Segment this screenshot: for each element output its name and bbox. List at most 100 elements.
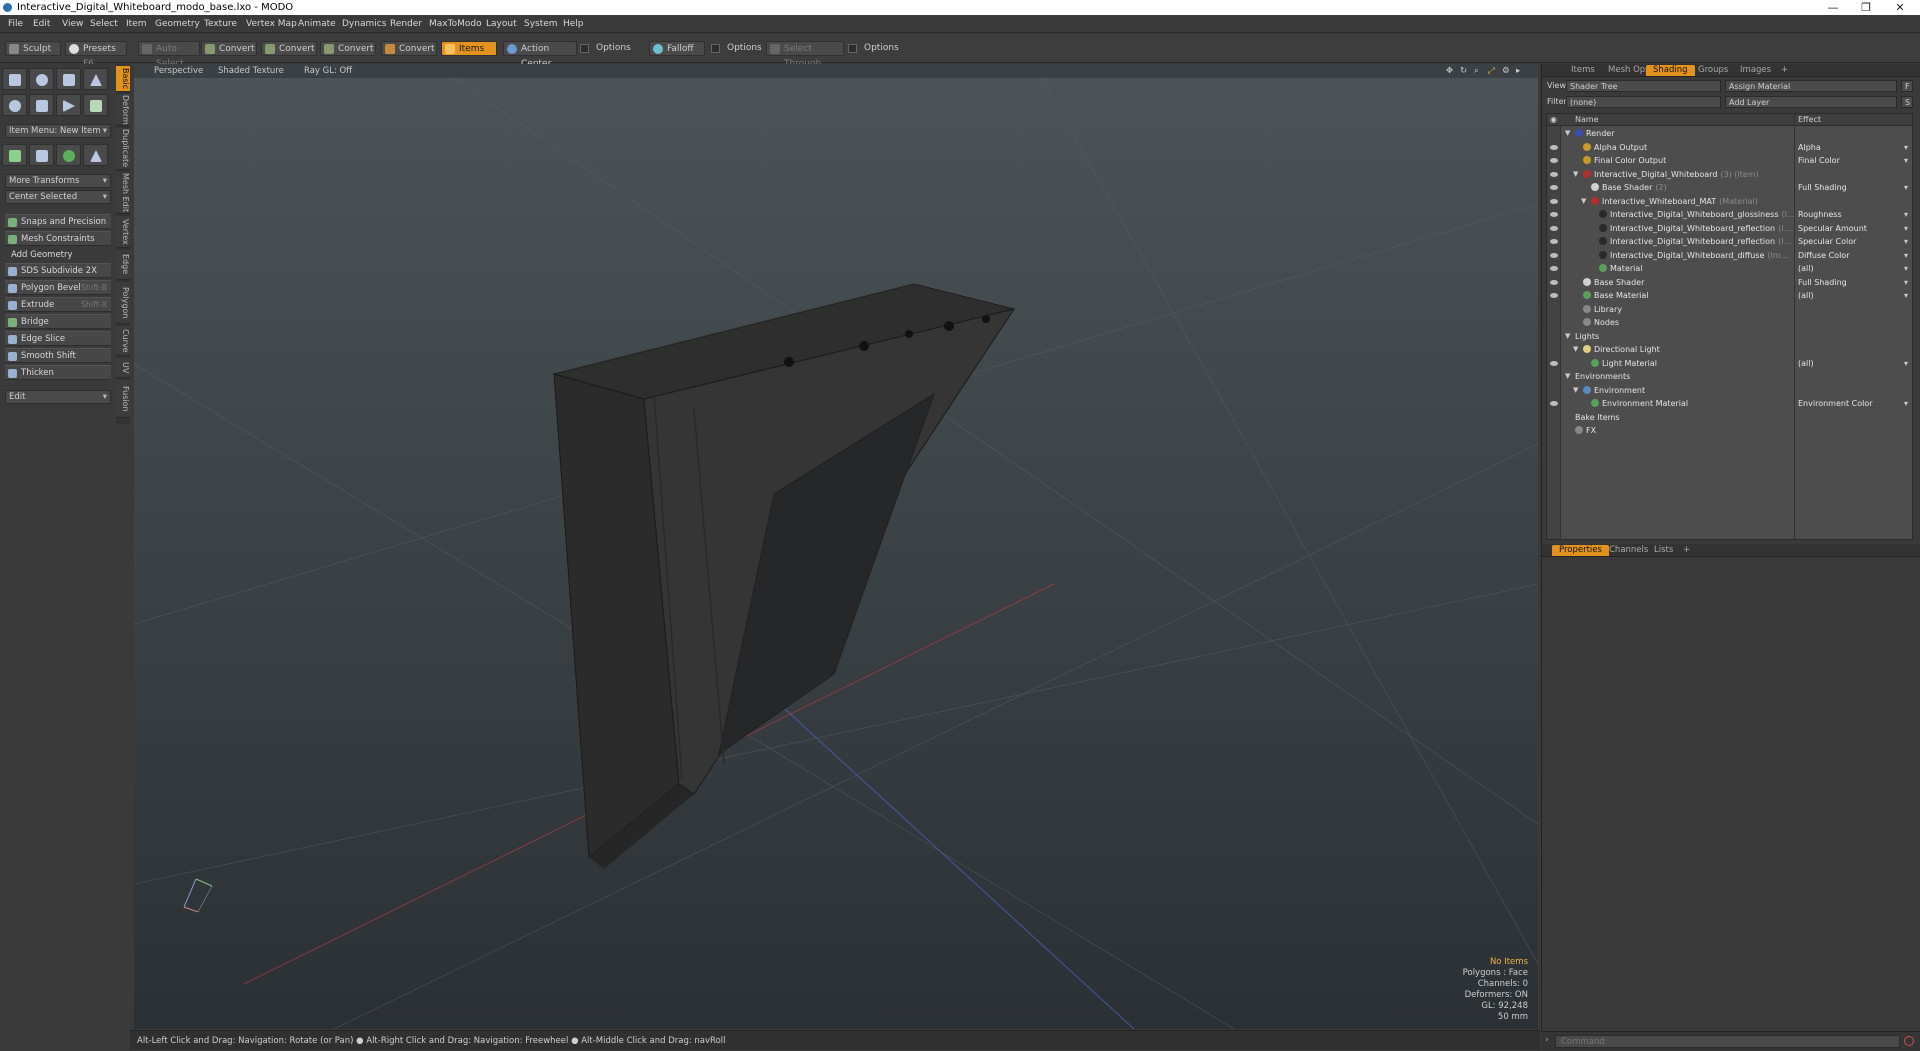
shader-tree-row[interactable]: Interactive_Digital_Whiteboard_reflectio… bbox=[1547, 235, 1912, 249]
sds-subdivide-button[interactable]: SDS Subdivide 2X bbox=[5, 263, 111, 278]
tab-items[interactable]: Items bbox=[1564, 65, 1602, 76]
shader-tree-row[interactable]: Bake Items bbox=[1547, 411, 1912, 425]
mesh-constraints-button[interactable]: Mesh Constraints bbox=[5, 231, 111, 246]
action-center-button[interactable]: Action Center bbox=[503, 41, 577, 69]
raygl-toggle[interactable]: Ray GL: Off bbox=[304, 66, 352, 76]
visibility-eye-icon[interactable] bbox=[1550, 252, 1558, 258]
menu-render[interactable]: Render bbox=[390, 19, 422, 29]
visibility-eye-icon[interactable] bbox=[1550, 212, 1558, 217]
visibility-eye-icon[interactable] bbox=[1550, 225, 1558, 231]
effect-dropdown-icon[interactable]: ▾ bbox=[1904, 289, 1908, 302]
view-type-dropdown[interactable]: Perspective bbox=[154, 66, 203, 76]
layer-effect[interactable]: Alpha bbox=[1798, 141, 1821, 154]
menu-dynamics[interactable]: Dynamics bbox=[342, 19, 386, 29]
s-button[interactable]: S bbox=[1901, 96, 1913, 108]
options-button-2[interactable]: Options bbox=[710, 41, 766, 56]
tab-fusion[interactable]: Fusion bbox=[116, 380, 130, 418]
item-menu-dropdown[interactable]: Item Menu: New Item bbox=[5, 124, 111, 138]
visibility-eye-icon[interactable] bbox=[1550, 185, 1558, 190]
layer-effect[interactable]: Full Shading bbox=[1798, 181, 1847, 194]
edge-slice-button[interactable]: Edge Slice bbox=[5, 331, 111, 346]
layer-effect[interactable]: Final Color bbox=[1798, 154, 1840, 167]
sphere-primitive-button[interactable] bbox=[29, 68, 54, 90]
viewport-move-icon[interactable]: ✥ bbox=[1446, 66, 1453, 76]
assign-material-dropdown[interactable]: Assign Material bbox=[1725, 80, 1897, 92]
viewport-zoom-icon[interactable]: ⌕ bbox=[1474, 66, 1479, 76]
expand-toggle-icon[interactable]: ▼ bbox=[1565, 370, 1570, 383]
polygon-bevel-button[interactable]: Polygon Bevel Shift-B bbox=[5, 280, 111, 295]
shader-tree-row[interactable]: ▼ Environments bbox=[1547, 370, 1912, 384]
tab-deform[interactable]: Deform bbox=[116, 94, 130, 126]
options-button-1[interactable]: Options bbox=[579, 41, 649, 56]
torus-primitive-button[interactable] bbox=[2, 94, 27, 116]
smooth-shift-button[interactable]: Smooth Shift bbox=[5, 348, 111, 363]
layer-effect[interactable]: (all) bbox=[1798, 289, 1814, 302]
shader-tree-row[interactable]: Base Shader (2) Full Shading ▾ bbox=[1547, 181, 1912, 195]
visibility-eye-icon[interactable] bbox=[1550, 401, 1558, 406]
menu-select[interactable]: Select bbox=[90, 19, 118, 29]
layer-effect[interactable]: Diffuse Color bbox=[1798, 249, 1849, 262]
shader-tree-row[interactable]: Interactive_Digital_Whiteboard_reflectio… bbox=[1547, 222, 1912, 236]
thicken-button[interactable]: Thicken bbox=[5, 365, 111, 380]
menu-layout[interactable]: Layout bbox=[486, 19, 517, 29]
layer-effect[interactable]: Specular Amount bbox=[1798, 222, 1867, 235]
column-name[interactable]: Name bbox=[1575, 115, 1599, 124]
expand-toggle-icon[interactable]: ▼ bbox=[1573, 343, 1578, 356]
items-mode-button[interactable]: Items bbox=[441, 41, 497, 56]
expand-toggle-icon[interactable]: ▼ bbox=[1581, 195, 1586, 208]
layer-effect[interactable]: Full Shading bbox=[1798, 276, 1847, 289]
cube-primitive-button[interactable] bbox=[2, 68, 27, 90]
bridge-button[interactable]: Bridge bbox=[5, 314, 111, 329]
effect-dropdown-icon[interactable]: ▾ bbox=[1904, 249, 1908, 262]
menu-animate[interactable]: Animate bbox=[298, 19, 336, 29]
presets-button[interactable]: Presets F6 bbox=[65, 41, 127, 69]
extrude-button[interactable]: Extrude Shift-X bbox=[5, 297, 111, 312]
shader-tree-row[interactable]: FX bbox=[1547, 424, 1912, 438]
restore-button[interactable]: ❐ bbox=[1850, 0, 1882, 15]
convert-materials-button[interactable]: Convert bbox=[381, 41, 437, 56]
viewport-rotate-icon[interactable]: ↻ bbox=[1460, 66, 1467, 76]
tab-properties[interactable]: Properties bbox=[1552, 545, 1609, 556]
shader-tree-row[interactable]: Alpha Output Alpha ▾ bbox=[1547, 141, 1912, 155]
menu-file[interactable]: File bbox=[8, 19, 23, 29]
capsule-primitive-button[interactable] bbox=[29, 94, 54, 116]
shader-tree[interactable]: ◉ Name Effect ▼ Render Alpha Output Alpha ▾ F… bbox=[1546, 113, 1913, 540]
move-tool-button[interactable] bbox=[2, 144, 27, 166]
3d-viewport[interactable]: Perspective Shaded Texture Ray GL: Off ✥… bbox=[134, 64, 1538, 1029]
effect-dropdown-icon[interactable]: ▾ bbox=[1904, 262, 1908, 275]
view-dropdown[interactable]: Shader Tree bbox=[1566, 80, 1721, 92]
effect-dropdown-icon[interactable]: ▾ bbox=[1904, 222, 1908, 235]
command-input[interactable] bbox=[1555, 1035, 1900, 1048]
select-through-button[interactable]: Select Through bbox=[766, 41, 844, 69]
effect-dropdown-icon[interactable]: ▾ bbox=[1904, 397, 1908, 410]
scale-tool-button[interactable] bbox=[29, 144, 54, 166]
layer-effect[interactable]: Roughness bbox=[1798, 208, 1842, 221]
snaps-precision-button[interactable]: Snaps and Precision bbox=[5, 214, 111, 229]
minimize-button[interactable]: — bbox=[1817, 0, 1849, 15]
menu-maxtomodo[interactable]: MaxToModo bbox=[429, 19, 482, 29]
convert-vertices-button[interactable]: Convert bbox=[201, 41, 257, 56]
tab-curve[interactable]: Curve bbox=[116, 326, 130, 356]
menu-help[interactable]: Help bbox=[563, 19, 584, 29]
effect-dropdown-icon[interactable]: ▾ bbox=[1904, 357, 1908, 370]
tab-shading[interactable]: Shading bbox=[1646, 65, 1695, 76]
expand-toggle-icon[interactable]: ▼ bbox=[1565, 127, 1570, 140]
expand-toggle-icon[interactable]: ▼ bbox=[1565, 330, 1570, 343]
shader-tree-row[interactable]: Library bbox=[1547, 303, 1912, 317]
layer-effect[interactable]: Environment Color bbox=[1798, 397, 1873, 410]
filter-dropdown[interactable]: (none) bbox=[1566, 96, 1721, 108]
shader-tree-row[interactable]: ▼ Lights bbox=[1547, 330, 1912, 344]
viewport-expand-icon[interactable]: ▸ bbox=[1516, 66, 1520, 76]
text-tool-button[interactable] bbox=[83, 94, 108, 116]
tab-duplicate[interactable]: Duplicate bbox=[116, 128, 130, 170]
shading-mode-dropdown[interactable]: Shaded Texture bbox=[218, 66, 284, 76]
rotate-tool-button[interactable] bbox=[56, 144, 81, 166]
shader-tree-row[interactable]: Base Shader Full Shading ▾ bbox=[1547, 276, 1912, 290]
cone-primitive-button[interactable] bbox=[83, 68, 108, 90]
add-tab-button[interactable]: + bbox=[1774, 65, 1795, 76]
more-transforms-dropdown[interactable]: More Transforms bbox=[5, 174, 111, 188]
shader-tree-row[interactable]: Base Material (all) ▾ bbox=[1547, 289, 1912, 303]
viewport-fit-icon[interactable]: ⤢ bbox=[1488, 66, 1495, 76]
transform-tool-button[interactable] bbox=[83, 144, 108, 166]
effect-dropdown-icon[interactable]: ▾ bbox=[1904, 235, 1908, 248]
